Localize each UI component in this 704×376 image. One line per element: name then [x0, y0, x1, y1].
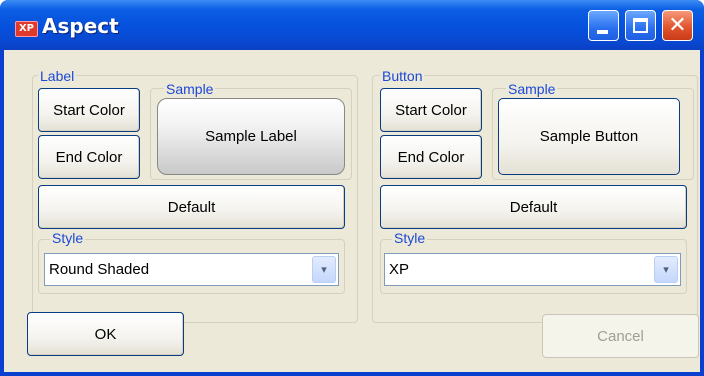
- label-style-value: Round Shaded: [49, 261, 150, 278]
- label-start-color-button[interactable]: Start Color: [38, 88, 140, 132]
- maximize-icon: [633, 18, 648, 33]
- button-start-color-button[interactable]: Start Color: [380, 88, 482, 132]
- label-default-button[interactable]: Default: [38, 185, 345, 229]
- button-style-value: XP: [389, 261, 410, 278]
- button-default-button[interactable]: Default: [380, 185, 687, 229]
- close-icon: ✕: [668, 13, 687, 38]
- button-sample-title: Sample: [506, 81, 558, 97]
- chevron-down-icon[interactable]: ▾: [312, 256, 336, 283]
- button-end-color-button[interactable]: End Color: [380, 135, 482, 179]
- sample-button[interactable]: Sample Button: [498, 98, 680, 175]
- dialog-body: Label Start Color End Color Sample Sampl…: [4, 50, 700, 372]
- title-bar[interactable]: XP Aspect ✕: [0, 0, 704, 50]
- app-icon: XP: [15, 21, 38, 37]
- label-style-title: Style: [50, 230, 86, 246]
- label-group-title: Label: [38, 68, 77, 84]
- chevron-down-icon[interactable]: ▾: [654, 256, 678, 283]
- button-style-select[interactable]: XP ▾: [384, 253, 681, 286]
- maximize-button[interactable]: [625, 10, 656, 41]
- label-end-color-button[interactable]: End Color: [38, 135, 140, 179]
- minimize-icon: [597, 30, 608, 34]
- aspect-dialog: XP Aspect ✕ Label Start Color End Color …: [0, 0, 704, 376]
- label-sample-title: Sample: [164, 81, 216, 97]
- sample-label: Sample Label: [157, 98, 345, 175]
- ok-button[interactable]: OK: [27, 312, 184, 356]
- close-button[interactable]: ✕: [662, 10, 693, 41]
- minimize-button[interactable]: [588, 10, 619, 41]
- button-group-title: Button: [380, 68, 425, 84]
- label-style-select[interactable]: Round Shaded ▾: [44, 253, 339, 286]
- cancel-button: Cancel: [542, 314, 699, 358]
- window-title: Aspect: [42, 14, 119, 38]
- button-style-title: Style: [392, 230, 428, 246]
